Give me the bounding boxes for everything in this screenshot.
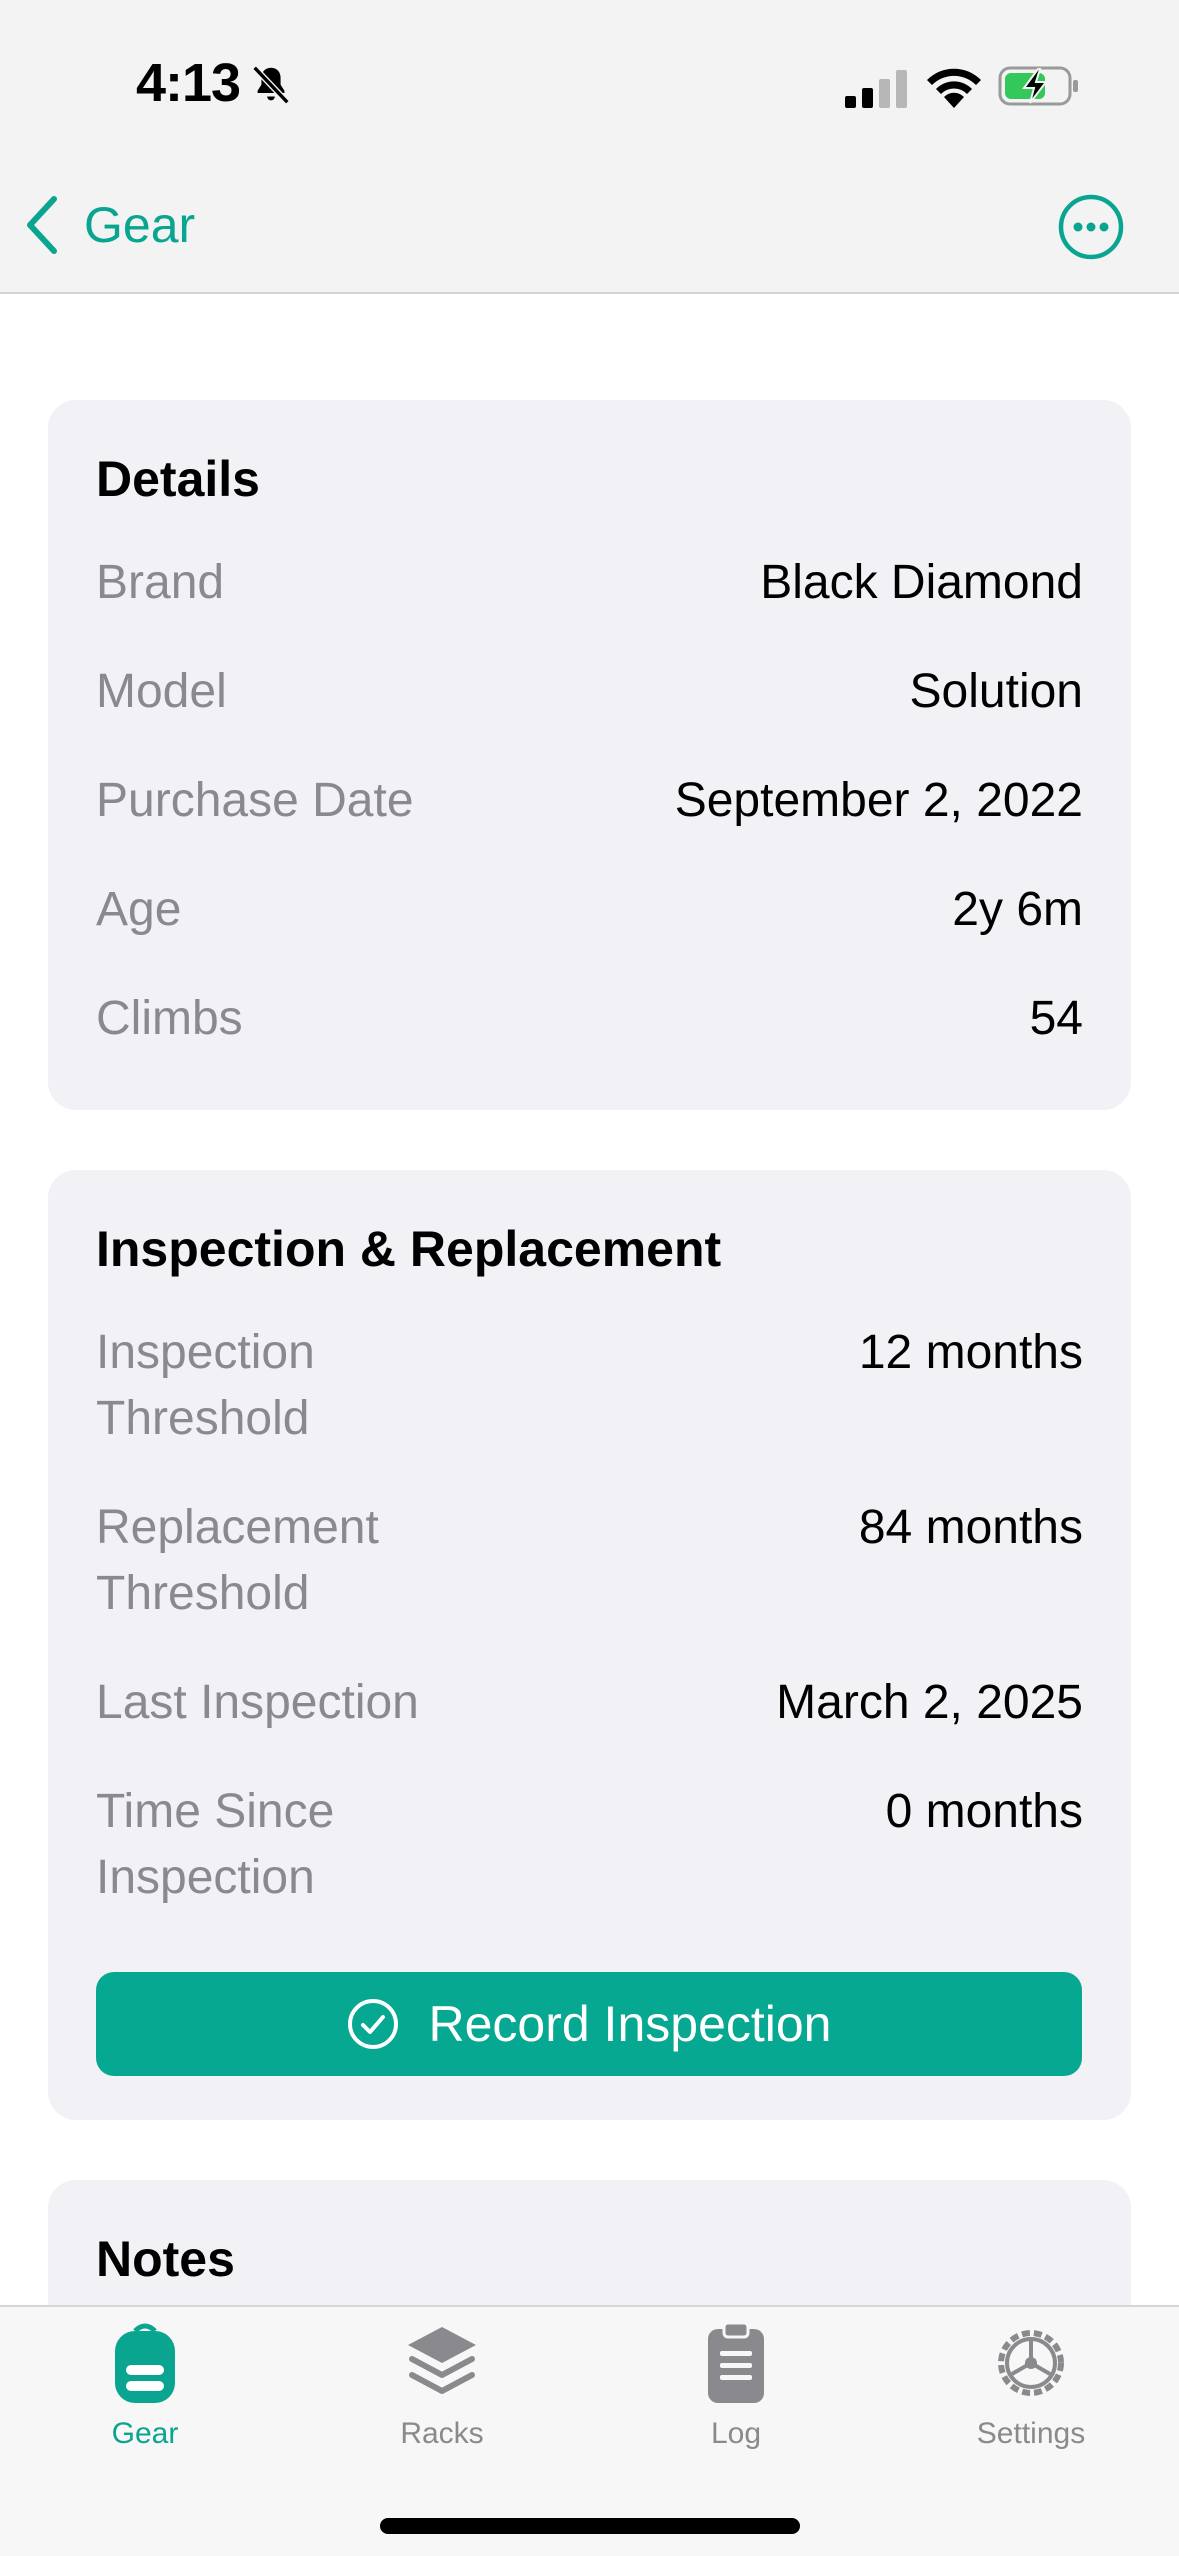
more-options-icon[interactable] [1058,194,1124,260]
cellular-signal-icon [845,70,907,108]
tab-settings[interactable]: Settings [931,2321,1131,2471]
replacement-threshold-label: Replacement Threshold [96,1501,379,1620]
age-value: 2y 6m [952,883,1083,936]
time-since-inspection-label: Time Since Inspection [96,1785,335,1904]
details-card: Details Brand Black Diamond Model Soluti… [48,400,1131,1110]
chevron-left-icon [27,196,57,254]
checkmark-circle-icon [348,1999,399,2049]
layers-icon [408,2327,476,2394]
model-value: Solution [909,665,1083,718]
last-inspection-label: Last Inspection [96,1676,419,1729]
wifi-icon [927,68,981,108]
notes-title: Notes [96,2231,235,2287]
last-inspection-value: March 2, 2025 [776,1676,1083,1729]
climbs-value: 54 [1029,992,1083,1045]
backpack-icon [115,2323,175,2403]
tab-gear-label: Gear [111,2417,179,2450]
climbs-label: Climbs [96,992,243,1045]
record-inspection-button[interactable]: Record Inspection [96,1972,1082,2076]
tab-log[interactable]: Log [636,2321,836,2471]
replacement-threshold-value: 84 months [858,1501,1083,1554]
purchase-date-value: September 2, 2022 [674,774,1083,827]
back-button[interactable]: Gear [22,190,195,260]
time-since-inspection-value: 0 months [885,1785,1083,1838]
inspection-title: Inspection & Replacement [96,1221,722,1277]
age-label: Age [96,883,182,936]
purchase-date-label: Purchase Date [96,774,414,827]
tab-settings-label: Settings [976,2417,1086,2450]
gear-icon [998,2330,1064,2396]
gear-detail-screen: 4:13 Gear Details Brand Black Diamond Mo… [0,0,1179,2556]
brand-label: Brand [96,556,225,609]
bell-slash-icon [252,65,290,105]
back-label: Gear [84,197,196,253]
model-label: Model [96,665,227,718]
clipboard-icon [708,2321,764,2403]
tab-log-label: Log [710,2417,762,2450]
home-indicator [380,2518,800,2534]
brand-value: Black Diamond [760,556,1083,609]
inspection-threshold-value: 12 months [858,1326,1083,1379]
details-title: Details [96,451,260,507]
tab-racks[interactable]: Racks [342,2321,542,2471]
tab-racks-label: Racks [400,2417,484,2450]
status-time: 4:13 [136,53,241,113]
navigation-header: 4:13 Gear [0,0,1179,294]
battery-charging-icon [998,66,1078,106]
inspection-threshold-label: Inspection Threshold [96,1326,315,1445]
inspection-card: Inspection & Replacement Inspection Thre… [48,1170,1131,2120]
record-inspection-label: Record Inspection [428,1996,832,2052]
tab-gear[interactable]: Gear [45,2321,245,2471]
